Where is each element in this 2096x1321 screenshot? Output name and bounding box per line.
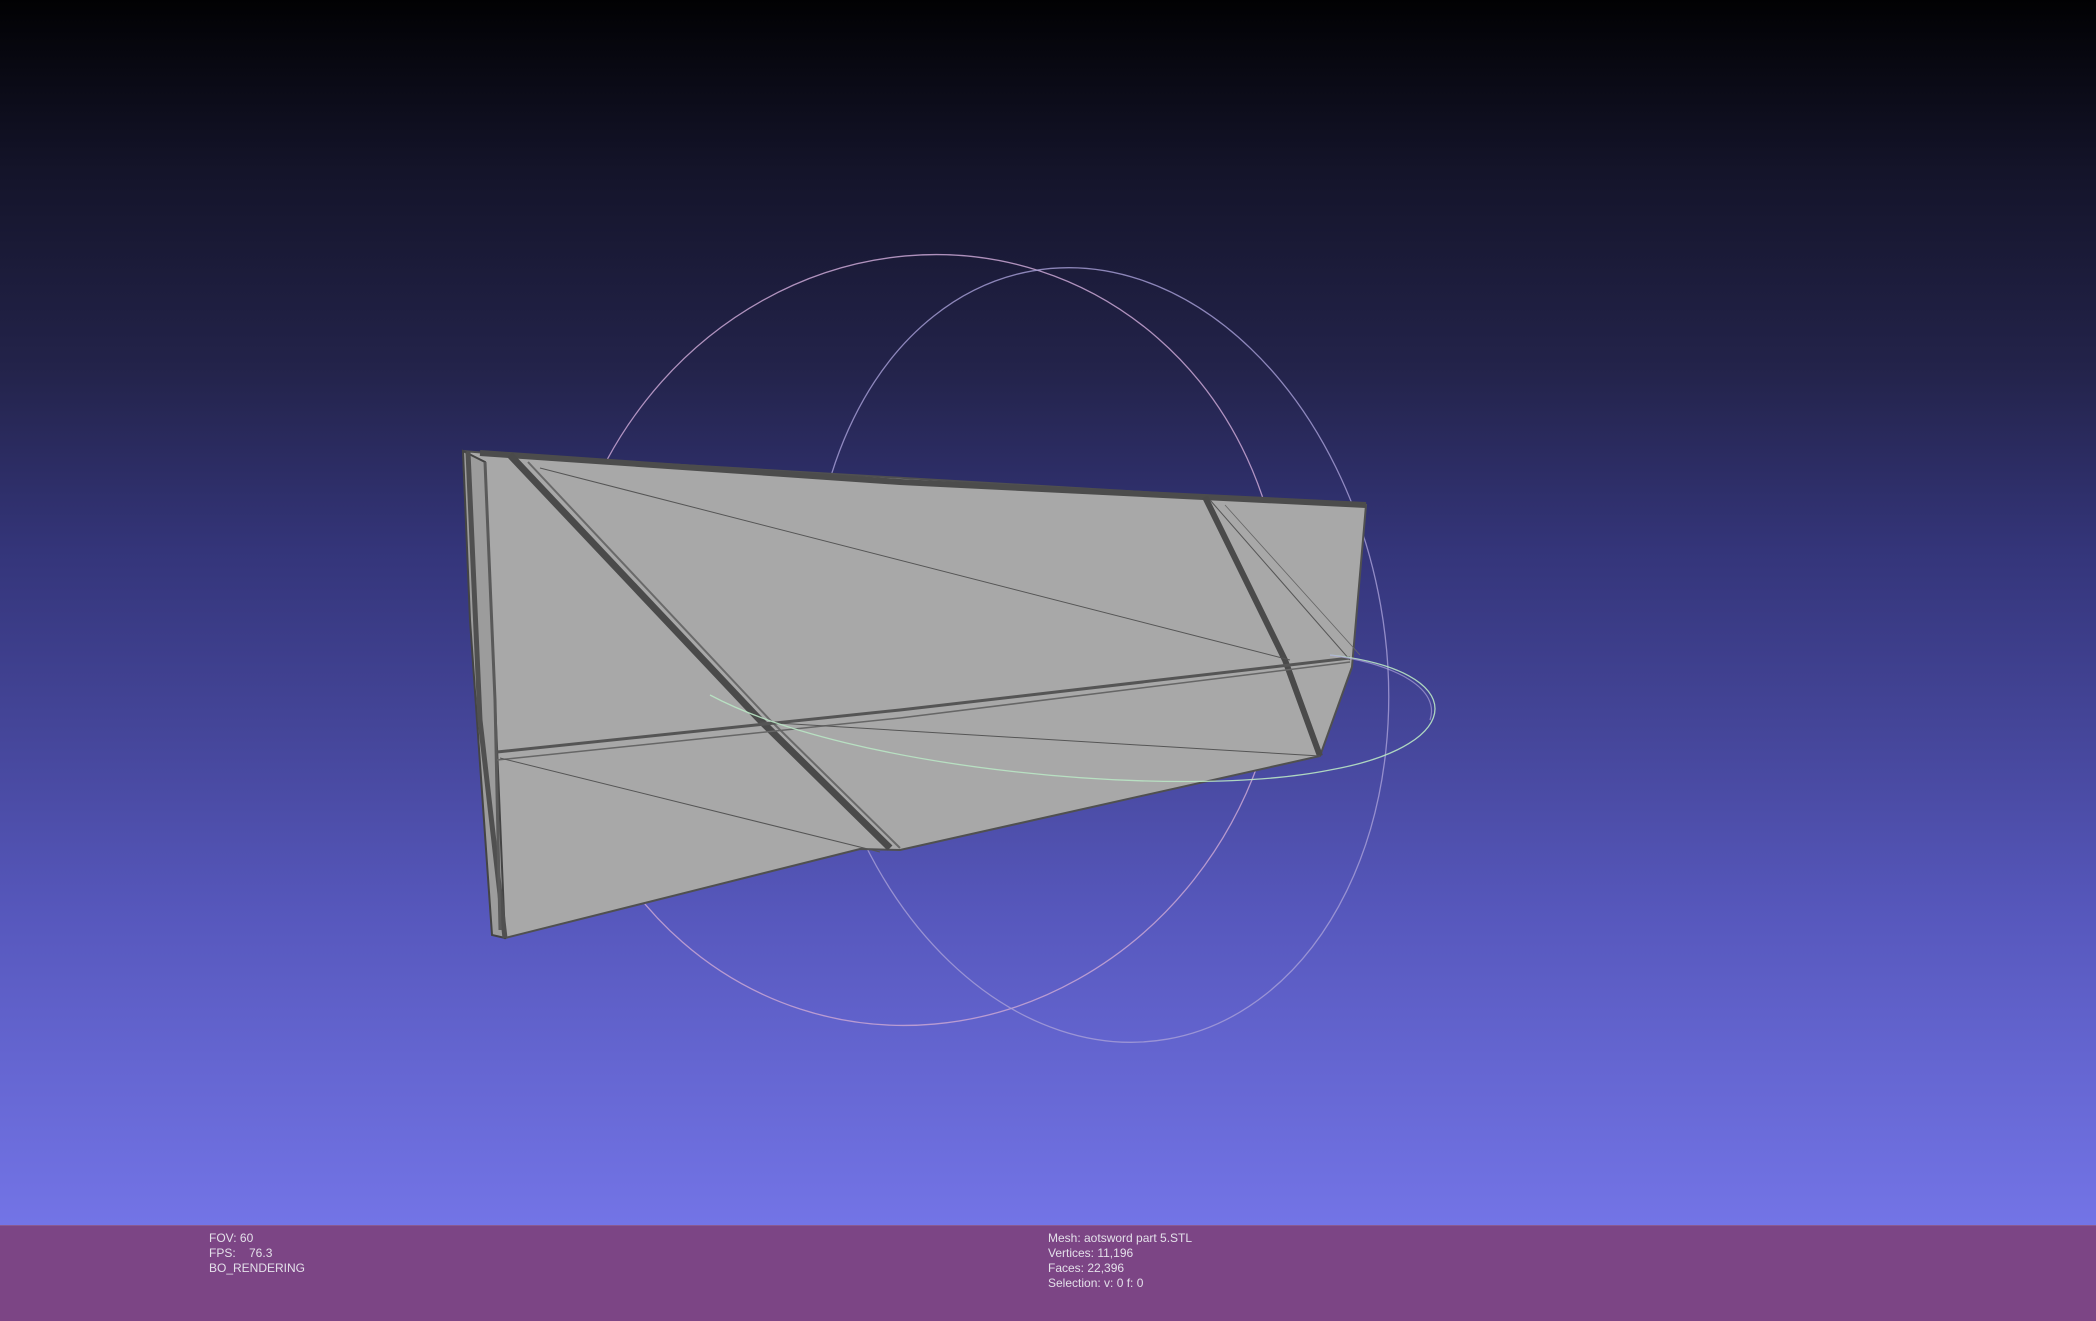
render-mode-label: BO_RENDERING	[209, 1261, 306, 1275]
scene-svg	[461, 253, 1436, 1043]
mesh-model[interactable]	[461, 449, 1368, 940]
info-overlay-bar: FOV: 60 FPS: 76.3 BO_RENDERING Mesh: aot…	[0, 1225, 2096, 1321]
3d-viewport[interactable]	[0, 0, 2096, 1225]
selection-label: Selection: v: 0 f: 0	[1048, 1276, 1144, 1290]
vertices-count-label: Vertices: 11,196	[1048, 1246, 1134, 1260]
mesh-name-label: Mesh: aotsword part 5.STL	[1048, 1231, 1193, 1245]
faces-count-label: Faces: 22,396	[1048, 1261, 1125, 1275]
fps-label: FPS: 76.3	[209, 1246, 273, 1260]
fov-label: FOV: 60	[209, 1231, 254, 1245]
